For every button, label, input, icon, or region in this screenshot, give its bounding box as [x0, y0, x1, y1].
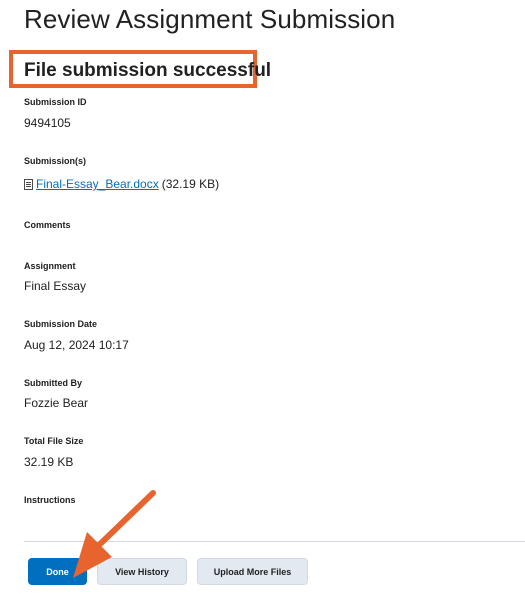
upload-more-files-button[interactable]: Upload More Files [197, 558, 308, 585]
comments-label: Comments [24, 220, 71, 230]
done-button[interactable]: Done [28, 558, 87, 585]
file-size: (32.19 KB) [161, 177, 220, 191]
submission-date-value: Aug 12, 2024 10:17 [24, 338, 129, 352]
total-file-size-label: Total File Size [24, 436, 84, 446]
view-history-button[interactable]: View History [97, 558, 187, 585]
total-file-size-value: 32.19 KB [24, 455, 74, 469]
footer-divider [24, 541, 525, 542]
instructions-label: Instructions [24, 495, 76, 505]
annotation-arrow-icon [73, 490, 156, 578]
submitted-by-value: Fozzie Bear [24, 396, 89, 410]
document-icon [24, 178, 33, 190]
page-title: Review Assignment Submission [24, 4, 396, 34]
file-entry: Final-Essay_Bear.docx (32.19 KB) [24, 177, 219, 191]
assignment-value: Final Essay [24, 279, 87, 293]
submitted-by-label: Submitted By [24, 378, 83, 388]
submission-id-label: Submission ID [24, 97, 87, 107]
success-message: File submission successful [24, 60, 272, 81]
submission-date-label: Submission Date [24, 319, 98, 329]
file-link[interactable]: Final-Essay_Bear.docx [36, 177, 159, 191]
submission-id-value: 9494105 [24, 116, 71, 130]
assignment-label: Assignment [24, 261, 76, 271]
submissions-label: Submission(s) [24, 156, 87, 166]
